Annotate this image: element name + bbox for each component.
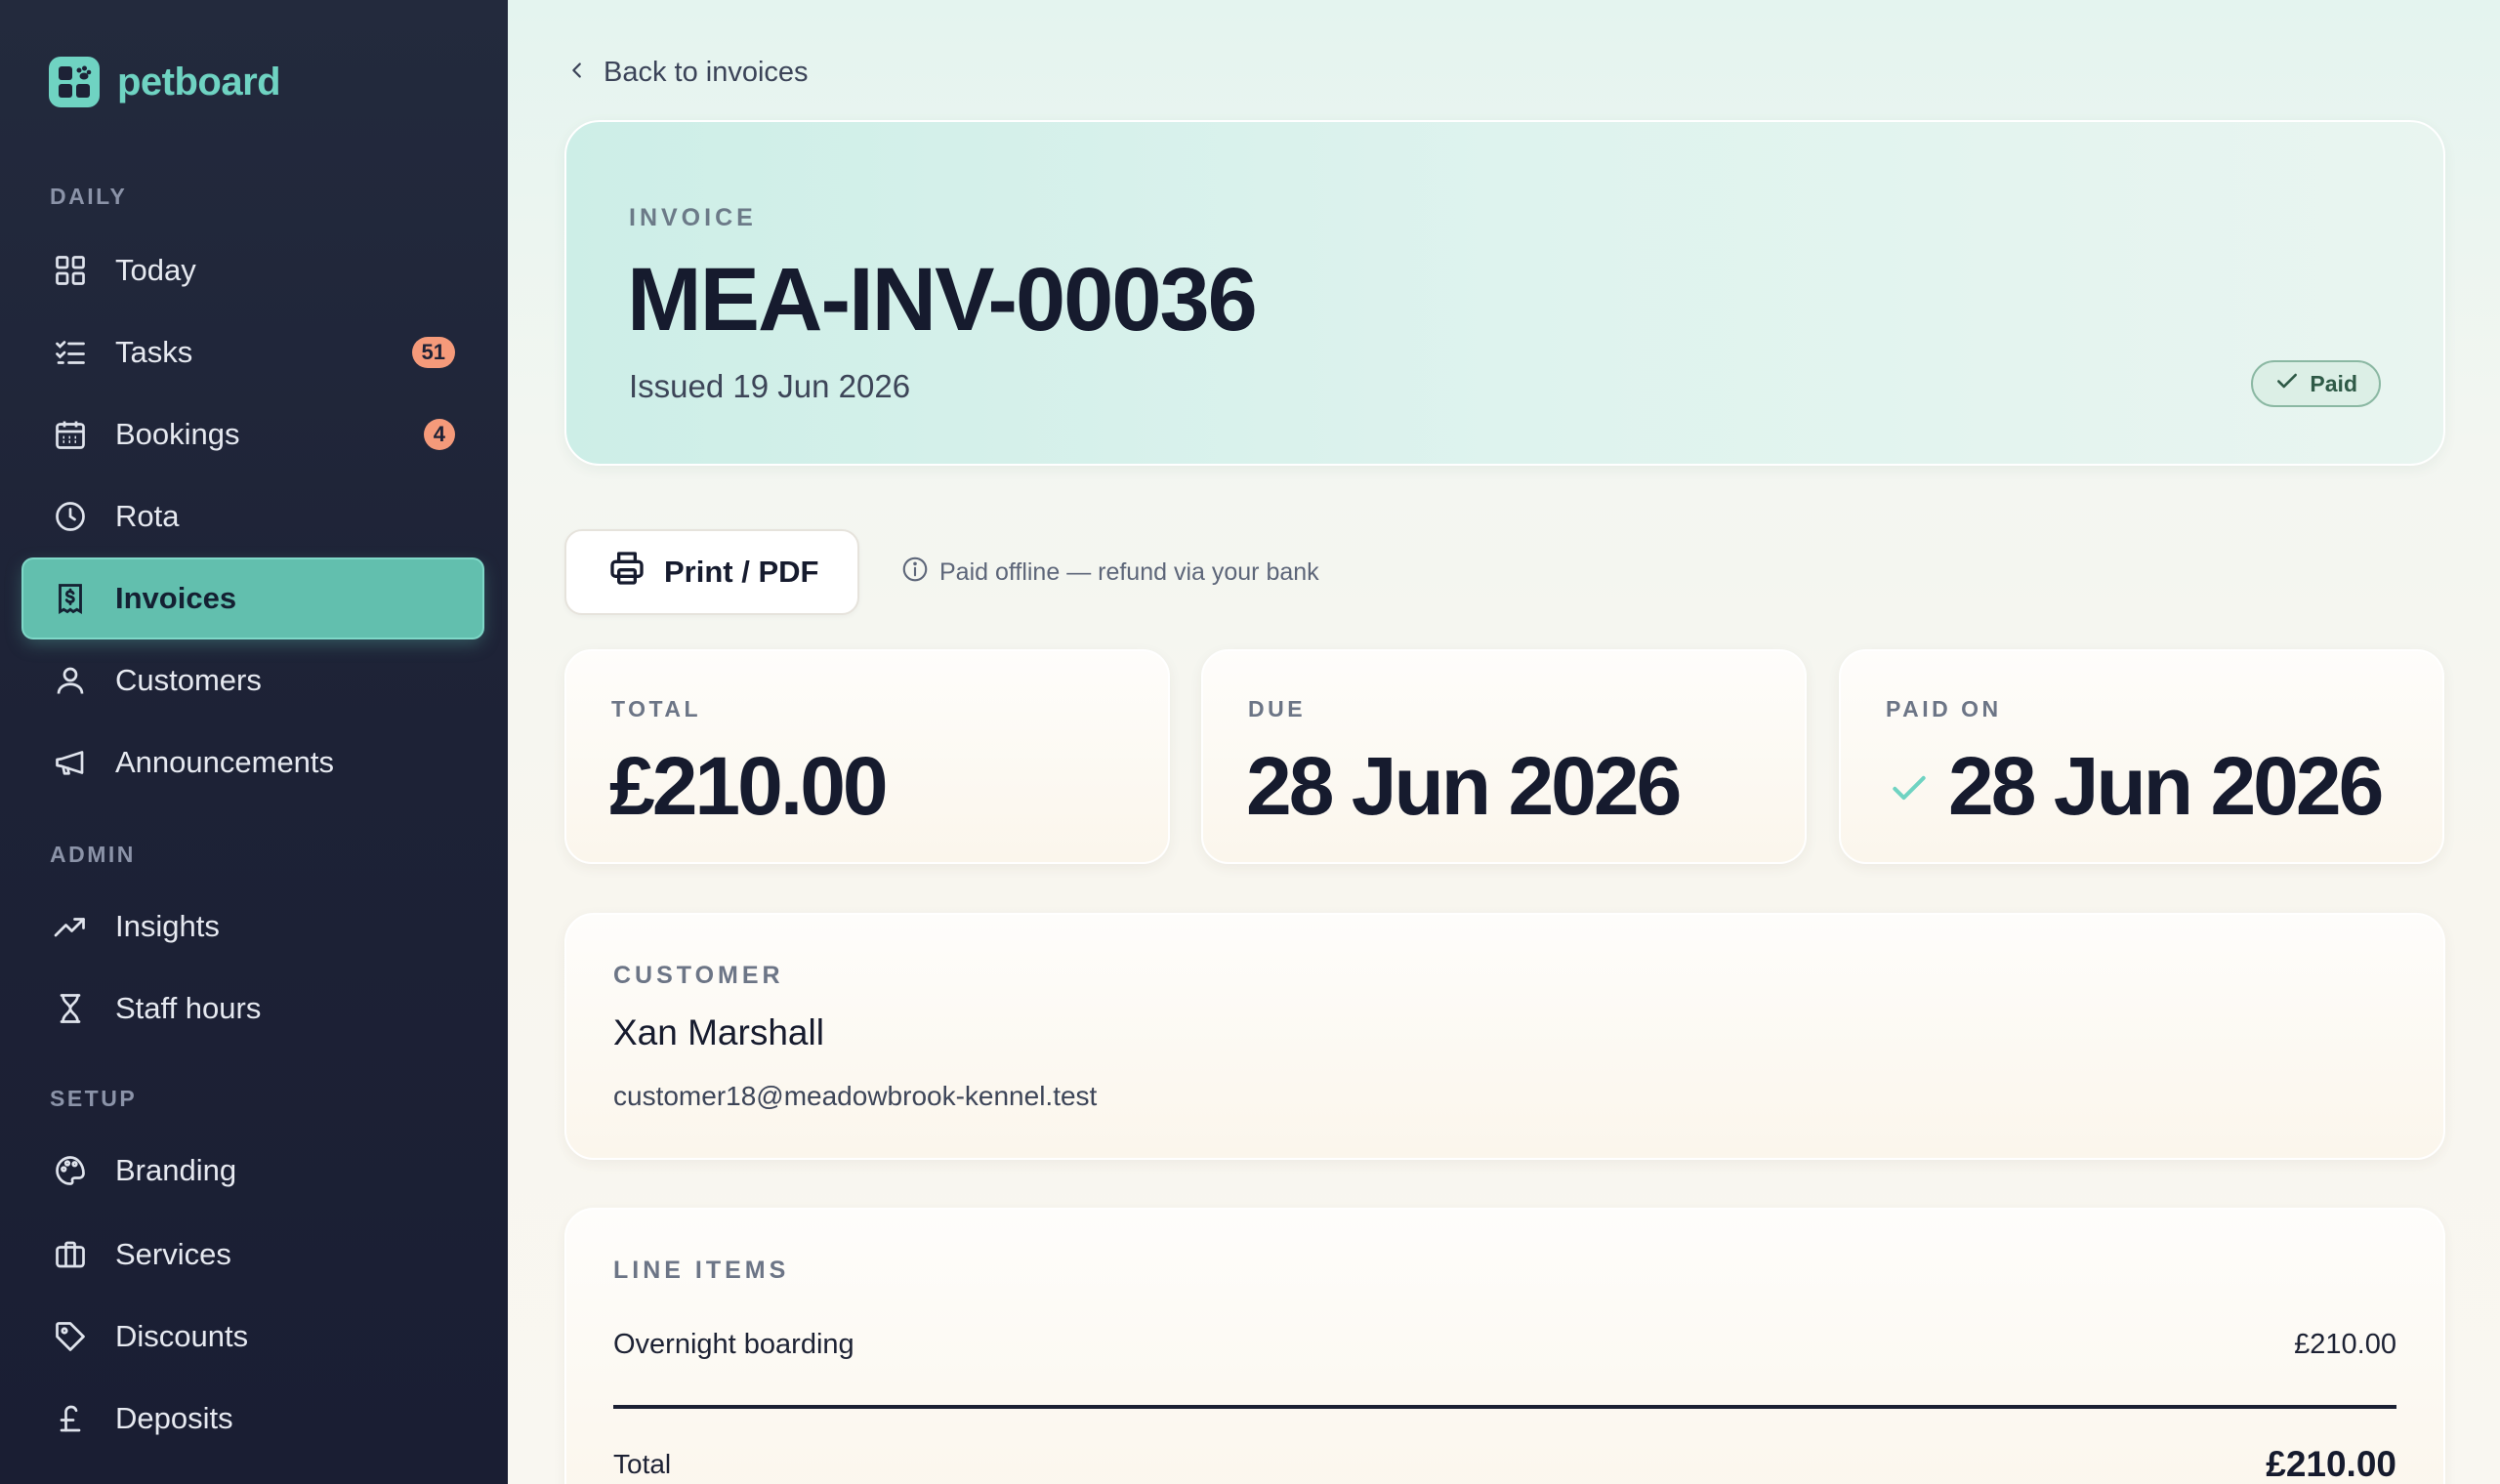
sidebar: petboard DAILY Today Tasks 51 Bookings 4…	[0, 0, 508, 1484]
customer-name[interactable]: Xan Marshall	[613, 1012, 824, 1053]
pound-icon	[51, 1399, 90, 1438]
checklist-icon	[51, 333, 90, 372]
stat-paid-on: PAID ON 28 Jun 2026	[1839, 649, 2444, 864]
receipt-icon	[51, 579, 90, 618]
sidebar-item-label: Staff hours	[115, 991, 262, 1025]
line-item-row: Overnight boarding £210.00	[613, 1329, 2396, 1361]
sidebar-item-services[interactable]: Services	[23, 1216, 482, 1294]
section-label-setup: SETUP	[50, 1086, 138, 1111]
line-item-name: Overnight boarding	[613, 1329, 854, 1360]
invoice-issued-date: Issued 19 Jun 2026	[629, 368, 911, 404]
palette-icon	[51, 1151, 90, 1190]
customer-card: CUSTOMER Xan Marshall customer18@meadowb…	[564, 913, 2445, 1160]
stat-paid-on-label: PAID ON	[1886, 696, 2002, 721]
line-items-card: LINE ITEMS Overnight boarding £210.00 To…	[564, 1208, 2445, 1484]
sidebar-item-label: Services	[115, 1237, 231, 1271]
trend-icon	[51, 907, 90, 946]
sidebar-item-discounts[interactable]: Discounts	[23, 1298, 482, 1376]
sidebar-item-label: Bookings	[115, 417, 240, 451]
check-icon	[2274, 368, 2300, 399]
invoice-number: MEA-INV-00036	[627, 250, 1258, 350]
info-icon	[900, 555, 930, 591]
stat-due-label: DUE	[1248, 696, 1307, 721]
sidebar-item-label: Rota	[115, 499, 180, 533]
count-badge: 4	[423, 419, 455, 450]
offline-payment-note: Paid offline — refund via your bank	[900, 555, 1319, 591]
printer-icon	[607, 549, 646, 596]
grid-icon	[51, 251, 90, 290]
sidebar-item-label: Invoices	[115, 581, 237, 615]
sidebar-item-label: Insights	[115, 909, 220, 943]
sidebar-item-branding[interactable]: Branding	[23, 1132, 482, 1210]
back-link[interactable]: Back to invoices	[566, 57, 809, 89]
sidebar-item-today[interactable]: Today	[23, 231, 482, 309]
sidebar-item-deposits[interactable]: Deposits	[23, 1380, 482, 1458]
tag-icon	[51, 1317, 90, 1356]
sidebar-item-insights[interactable]: Insights	[23, 887, 482, 966]
sidebar-item-label: Today	[115, 253, 196, 287]
sidebar-item-announcements[interactable]: Announcements	[23, 723, 482, 802]
total-label: Total	[613, 1449, 672, 1479]
clock-icon	[51, 497, 90, 536]
offline-note-text: Paid offline — refund via your bank	[939, 558, 1319, 586]
status-badge-label: Paid	[2310, 370, 2357, 396]
sidebar-item-bookings[interactable]: Bookings 4	[23, 395, 482, 474]
sidebar-item-label: Deposits	[115, 1401, 233, 1435]
sidebar-item-label: Discounts	[115, 1319, 249, 1353]
sidebar-item-customers[interactable]: Customers	[23, 641, 482, 720]
section-label-admin: ADMIN	[50, 842, 136, 867]
stat-total: TOTAL £210.00	[564, 649, 1170, 864]
briefcase-icon	[51, 1235, 90, 1274]
check-icon	[1888, 766, 1931, 814]
sidebar-item-label: Tasks	[115, 335, 193, 369]
stat-total-label: TOTAL	[611, 696, 702, 721]
print-pdf-button[interactable]: Print / PDF	[564, 529, 859, 615]
section-label-daily: DAILY	[50, 184, 128, 209]
stat-paid-on-value: 28 Jun 2026	[1948, 740, 2384, 832]
total-row: Total £210.00	[613, 1444, 2396, 1484]
main-content: Back to invoices INVOICE MEA-INV-00036 I…	[508, 0, 2500, 1484]
sidebar-item-invoices[interactable]: Invoices	[23, 559, 482, 638]
sidebar-item-label: Customers	[115, 663, 262, 697]
chevron-left-icon	[566, 57, 588, 89]
print-pdf-label: Print / PDF	[664, 555, 819, 589]
stat-due: DUE 28 Jun 2026	[1201, 649, 1807, 864]
back-link-label: Back to invoices	[604, 57, 809, 88]
user-icon	[51, 661, 90, 700]
brand-name: petboard	[117, 60, 281, 103]
sidebar-item-tasks[interactable]: Tasks 51	[23, 313, 482, 392]
count-badge: 51	[411, 337, 455, 368]
calendar-icon	[51, 415, 90, 454]
line-items-kicker: LINE ITEMS	[613, 1257, 790, 1284]
line-item-amount: £210.00	[2294, 1329, 2396, 1360]
stat-due-value: 28 Jun 2026	[1246, 740, 1682, 832]
sidebar-item-rota[interactable]: Rota	[23, 477, 482, 556]
sidebar-item-label: Branding	[115, 1153, 237, 1187]
sidebar-item-label: Announcements	[115, 745, 335, 779]
stat-total-value: £210.00	[609, 740, 889, 832]
customer-kicker: CUSTOMER	[613, 962, 784, 989]
megaphone-icon	[51, 743, 90, 782]
paw-icon	[49, 57, 100, 107]
brand[interactable]: petboard	[49, 57, 281, 107]
hourglass-icon	[51, 989, 90, 1028]
customer-email[interactable]: customer18@meadowbrook-kennel.test	[613, 1081, 1097, 1112]
sidebar-item-staff-hours[interactable]: Staff hours	[23, 969, 482, 1048]
total-amount: £210.00	[2266, 1444, 2396, 1484]
status-badge: Paid	[2251, 360, 2381, 407]
invoice-header-card: INVOICE MEA-INV-00036 Issued 19 Jun 2026…	[564, 120, 2445, 466]
invoice-kicker: INVOICE	[629, 204, 757, 231]
total-divider	[613, 1405, 2396, 1409]
